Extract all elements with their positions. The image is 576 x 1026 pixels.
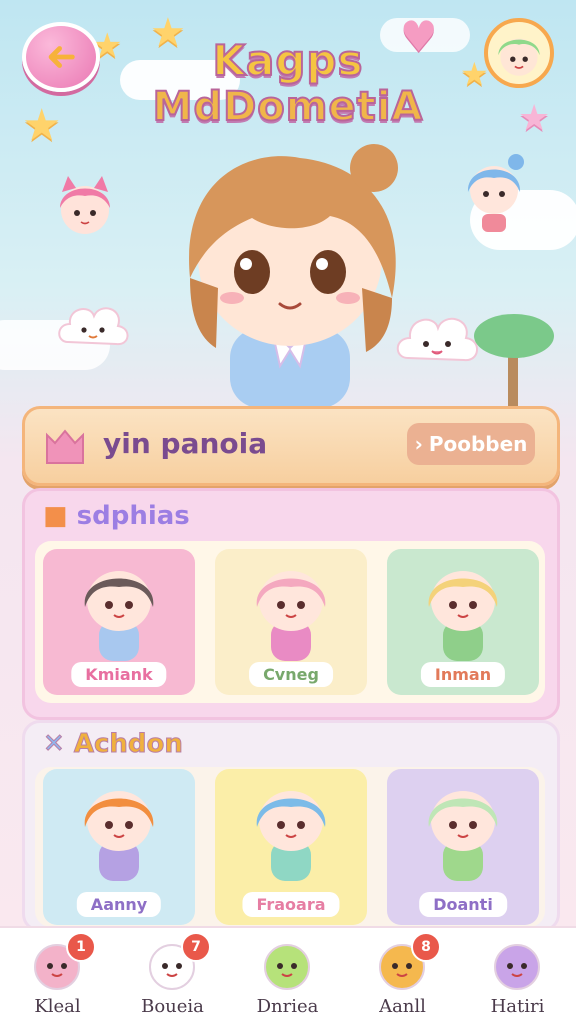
- card-row: Aanny Fraoara Doanti: [35, 767, 545, 927]
- nav-label: Aanll: [379, 996, 426, 1017]
- character-card[interactable]: Aanny: [43, 769, 195, 925]
- character-name-label: Doanti: [419, 892, 507, 917]
- notification-badge: 8: [411, 932, 441, 962]
- pink-cat-icon: [46, 429, 84, 464]
- play-arrow-icon: ›: [414, 432, 423, 456]
- nav-label: Boueia: [141, 996, 204, 1017]
- character-name-label: Aanny: [76, 892, 162, 917]
- nav-label: Dnriea: [256, 996, 319, 1017]
- character-name-label: Inman: [420, 662, 506, 687]
- character-card[interactable]: Inman: [387, 549, 539, 695]
- profile-name-bar: yin panoia › Poobben: [22, 406, 560, 486]
- magic-mirror-icon: [494, 944, 540, 990]
- character-card[interactable]: Kmiank: [43, 549, 195, 695]
- nav-item[interactable]: Dnriea: [230, 928, 345, 1026]
- character-card[interactable]: Cvneg: [215, 549, 367, 695]
- main-character[interactable]: [160, 138, 420, 408]
- cloud-face-sticker: [58, 307, 129, 346]
- nav-item[interactable]: 1 Kleal: [0, 928, 115, 1026]
- bottom-nav: 1 Kleal 7 Boueia Dnriea 8 Aanll Hatiri: [0, 926, 576, 1026]
- player-name: yin panoia: [103, 427, 268, 460]
- nav-item[interactable]: 7 Boueia: [115, 928, 230, 1026]
- chibi-character-icon: [428, 571, 498, 661]
- chibi-character-icon: [84, 791, 154, 881]
- chibi-character-icon: [256, 571, 326, 661]
- character-section-1: ■ sdphias Kmiank Cvneg Inman: [22, 488, 560, 720]
- chibi-character-icon: [84, 571, 154, 661]
- section-title: ■ sdphias: [43, 501, 190, 531]
- blue-bow-icon: ✕: [43, 729, 66, 760]
- palm-tree-decoration: [474, 314, 554, 410]
- character-name-label: Cvneg: [249, 662, 333, 687]
- section-title: ✕ Achdon: [43, 729, 184, 760]
- nav-label: Kleal: [34, 996, 81, 1017]
- character-section-2: ✕ Achdon Aanny Fraoara Doanti: [22, 720, 560, 932]
- orange-cat-icon: ■: [43, 501, 68, 531]
- notification-badge: 7: [181, 932, 211, 962]
- profile-action-label: Poobben: [428, 432, 528, 456]
- character-name-label: Fraoara: [242, 892, 340, 917]
- pink-cat-girl-sticker: [60, 176, 110, 234]
- chibi-character-icon: [256, 791, 326, 881]
- notification-badge: 1: [66, 932, 96, 962]
- blue-hair-girl-sticker: [467, 154, 524, 232]
- green-frog-icon: [264, 944, 310, 990]
- character-card[interactable]: Fraoara: [215, 769, 367, 925]
- game-title-line2: MdDometiA: [152, 83, 424, 131]
- character-card[interactable]: Doanti: [387, 769, 539, 925]
- chibi-character-icon: [428, 791, 498, 881]
- character-name-label: Kmiank: [71, 662, 167, 687]
- nav-label: Hatiri: [490, 996, 545, 1017]
- nav-item[interactable]: 8 Aanll: [345, 928, 460, 1026]
- profile-action-button[interactable]: › Poobben: [407, 423, 535, 465]
- card-row: Kmiank Cvneg Inman: [35, 541, 545, 703]
- game-title-line1: Kagps: [211, 35, 364, 86]
- nav-item[interactable]: Hatiri: [460, 928, 575, 1026]
